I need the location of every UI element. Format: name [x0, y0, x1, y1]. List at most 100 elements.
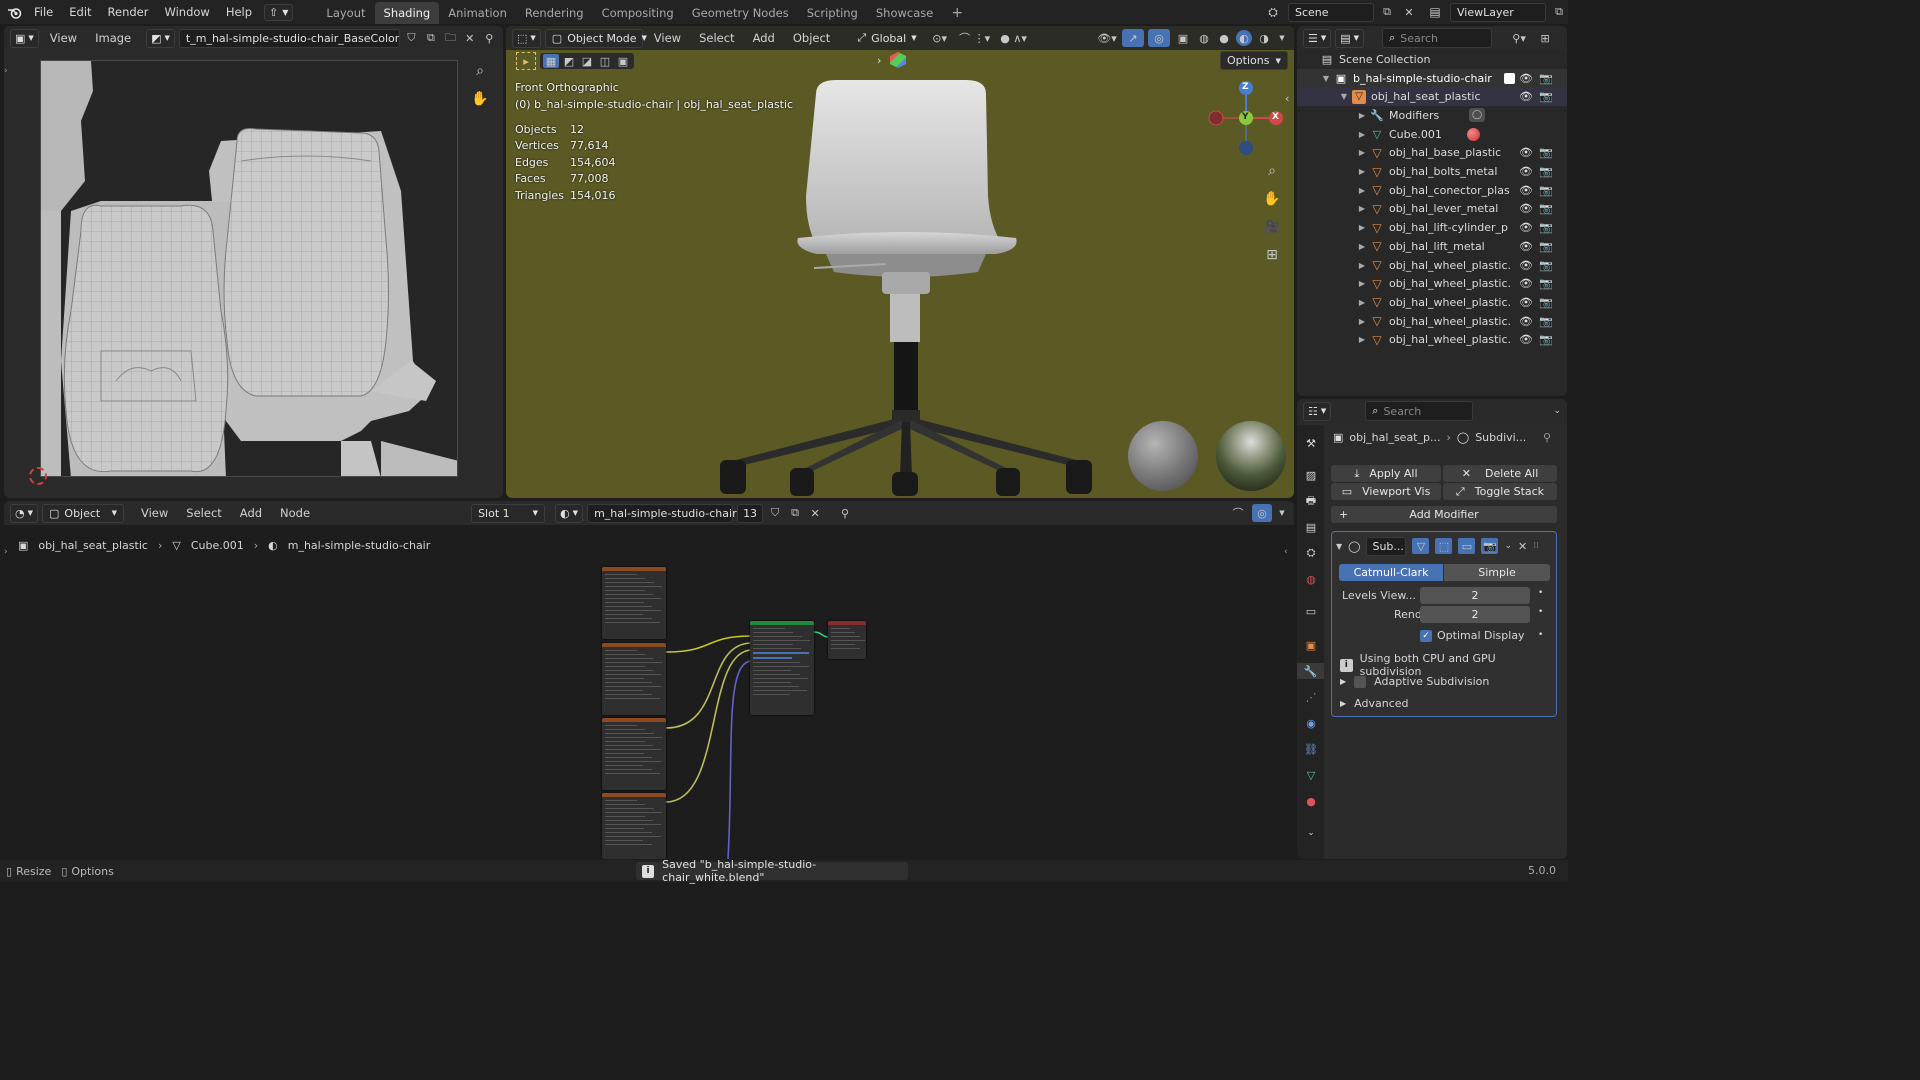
subdivision-modifier-icon[interactable]: ◯: [1469, 108, 1485, 123]
material-tab-icon[interactable]: ●: [1303, 793, 1319, 809]
blender-logo-icon[interactable]: [2, 0, 26, 24]
expand-arrow-icon[interactable]: ▶: [1357, 186, 1367, 195]
camera-icon[interactable]: 📷: [1539, 259, 1553, 272]
world-tab-icon[interactable]: ◍: [1303, 571, 1319, 587]
eye-icon[interactable]: 👁: [1519, 333, 1533, 346]
outliner-object-row[interactable]: ▶ ▽ obj_hal_wheel_plastic. 👁 📷: [1297, 312, 1567, 331]
keyframe-dot-icon[interactable]: •: [1538, 588, 1543, 598]
tab-shading[interactable]: Shading: [374, 1, 440, 24]
outliner-search-input[interactable]: ⌕ Search: [1382, 28, 1493, 48]
menu-add[interactable]: Add: [746, 28, 782, 48]
advanced-row[interactable]: ▶ Advanced: [1340, 697, 1409, 710]
visibility-icon[interactable]: 👁▾: [1096, 32, 1118, 45]
material-icon[interactable]: [1467, 127, 1480, 141]
eye-icon[interactable]: 👁: [1519, 277, 1533, 290]
menu-object[interactable]: Object: [786, 28, 837, 48]
render-levels-field[interactable]: 2: [1420, 606, 1530, 623]
options-dropdown[interactable]: Options ▼: [1220, 51, 1288, 70]
eye-icon[interactable]: 👁: [1519, 240, 1533, 253]
outliner-object-row[interactable]: ▶ ▽ obj_hal_wheel_plastic. 👁 📷: [1297, 331, 1567, 350]
sidebar-toggle-arrow-icon[interactable]: ‹: [1285, 92, 1289, 105]
menu-edit[interactable]: Edit: [61, 0, 99, 24]
menu-view[interactable]: View: [647, 28, 688, 48]
new-scene-icon[interactable]: ⧉: [1378, 5, 1396, 19]
material-preview-icon[interactable]: ◐: [1236, 30, 1252, 46]
rendered-shading-icon[interactable]: ◑: [1256, 32, 1272, 45]
simple-button[interactable]: Simple: [1444, 564, 1550, 581]
add-workspace-button[interactable]: +: [942, 2, 972, 24]
view-layer-name-field[interactable]: ViewLayer: [1450, 2, 1546, 22]
filter-icon[interactable]: ⚲▾: [1506, 32, 1532, 45]
unlink-image-icon[interactable]: ✕: [462, 32, 477, 45]
catmull-clark-button[interactable]: Catmull-Clark: [1339, 564, 1443, 581]
camera-icon[interactable]: 📷: [1539, 240, 1553, 253]
camera-view-icon[interactable]: 🎥: [1261, 216, 1283, 238]
camera-icon[interactable]: 📷: [1539, 165, 1553, 178]
render-tab-icon[interactable]: ▨: [1303, 467, 1319, 483]
eye-icon[interactable]: 👁: [1519, 165, 1533, 178]
new-image-icon[interactable]: ⧉: [423, 31, 438, 45]
menu-window[interactable]: Window: [156, 0, 217, 24]
image-name-field[interactable]: t_m_hal-simple-studio-chair_BaseColor.pn…: [178, 28, 400, 48]
pin-icon[interactable]: ⚲: [1543, 431, 1551, 444]
display-mode-dropdown[interactable]: ▤ ▼: [1335, 28, 1365, 48]
camera-icon[interactable]: 📷: [1539, 277, 1553, 290]
expand-arrow-icon[interactable]: ▼: [1339, 92, 1349, 101]
wireframe-shading-icon[interactable]: ◍: [1196, 32, 1212, 45]
properties-search-input[interactable]: ⌕ Search: [1365, 401, 1474, 421]
tab-layout[interactable]: Layout: [317, 2, 374, 24]
camera-icon[interactable]: 📷: [1539, 146, 1553, 159]
camera-icon[interactable]: 📷: [1539, 72, 1553, 85]
render-toggle-icon[interactable]: 📷: [1481, 538, 1499, 554]
solid-shading-icon[interactable]: ●: [1216, 32, 1232, 45]
shading-options-icon[interactable]: ▼: [1276, 34, 1288, 42]
output-tab-icon[interactable]: 🖶: [1303, 493, 1319, 509]
2d-cursor[interactable]: [29, 467, 47, 485]
scene-name-field[interactable]: Scene: [1288, 2, 1374, 22]
active-object-row[interactable]: ▼ ▽ obj_hal_seat_plastic 👁 📷: [1297, 87, 1567, 107]
expand-arrow-icon[interactable]: ▶: [1357, 204, 1367, 213]
toggle-stack-button[interactable]: ⤢ Toggle Stack: [1443, 483, 1557, 500]
editor-type-dropdown[interactable]: ⬚ ▼: [512, 28, 541, 48]
modifier-name-field[interactable]: Sub...: [1366, 536, 1407, 556]
menu-image[interactable]: Image: [88, 28, 138, 48]
expand-arrow-icon[interactable]: ▶: [1357, 261, 1367, 270]
delete-all-button[interactable]: ✕ Delete All: [1443, 465, 1557, 482]
image-browse-dropdown[interactable]: ◩ ▼: [146, 28, 175, 48]
scene-collection-row[interactable]: ▤ Scene Collection: [1297, 50, 1431, 69]
select-box-tool-icon[interactable]: ▸: [516, 52, 536, 70]
overlay-toggle-icon[interactable]: ◎: [1148, 29, 1170, 47]
eye-icon[interactable]: 👁: [1519, 221, 1533, 234]
tab-scripting[interactable]: Scripting: [798, 2, 867, 24]
snap-icon[interactable]: ⌒ ⋮▾: [957, 30, 993, 46]
xray-icon[interactable]: ▣: [1174, 32, 1192, 45]
tool-tab-icon[interactable]: ⚒: [1303, 435, 1319, 451]
modifier-tab-icon[interactable]: 🔧: [1297, 663, 1324, 679]
select-intersect-icon[interactable]: ▣: [615, 55, 631, 68]
optimal-display-checkbox[interactable]: ✓ Optimal Display: [1420, 629, 1525, 642]
outliner-object-row[interactable]: ▶ ▽ obj_hal_lift_metal 👁 📷: [1297, 237, 1567, 256]
tab-showcase[interactable]: Showcase: [867, 2, 942, 24]
publish-dropdown[interactable]: ⇧ ▼: [264, 3, 294, 21]
delete-scene-icon[interactable]: ✕: [1400, 6, 1418, 19]
collapse-arrow-icon[interactable]: ▼: [1336, 542, 1342, 551]
expand-arrow-icon[interactable]: ▼: [1321, 74, 1331, 83]
select-invert-icon[interactable]: ◫: [597, 55, 613, 68]
outliner-object-row[interactable]: ▶ ▽ obj_hal_lever_metal 👁 📷: [1297, 200, 1567, 219]
eye-icon[interactable]: 👁: [1519, 259, 1533, 272]
tab-animation[interactable]: Animation: [439, 2, 516, 24]
base-color-texture-node[interactable]: [602, 643, 666, 715]
keyframe-dot-icon[interactable]: •: [1538, 630, 1543, 640]
viewport-toggle-icon[interactable]: ▭: [1458, 538, 1476, 554]
particles-tab-icon[interactable]: ⋰: [1303, 689, 1319, 705]
camera-icon[interactable]: 📷: [1539, 221, 1553, 234]
editor-type-dropdown[interactable]: ☷ ▼: [1303, 401, 1332, 421]
constraints-tab-icon[interactable]: ⛓: [1303, 741, 1319, 757]
menu-render[interactable]: Render: [100, 0, 157, 24]
checkbox-unchecked-icon[interactable]: [1354, 675, 1367, 688]
eye-icon[interactable]: 👁: [1519, 184, 1533, 197]
drag-handle-icon[interactable]: ⁞⁞: [1533, 541, 1539, 551]
collection-row[interactable]: ▼ ▣ b_hal-simple-studio-chair 👁 📷: [1297, 68, 1567, 88]
edit-mode-toggle-icon[interactable]: ▽: [1412, 538, 1430, 554]
expand-arrow-icon[interactable]: ▶: [1357, 335, 1367, 344]
